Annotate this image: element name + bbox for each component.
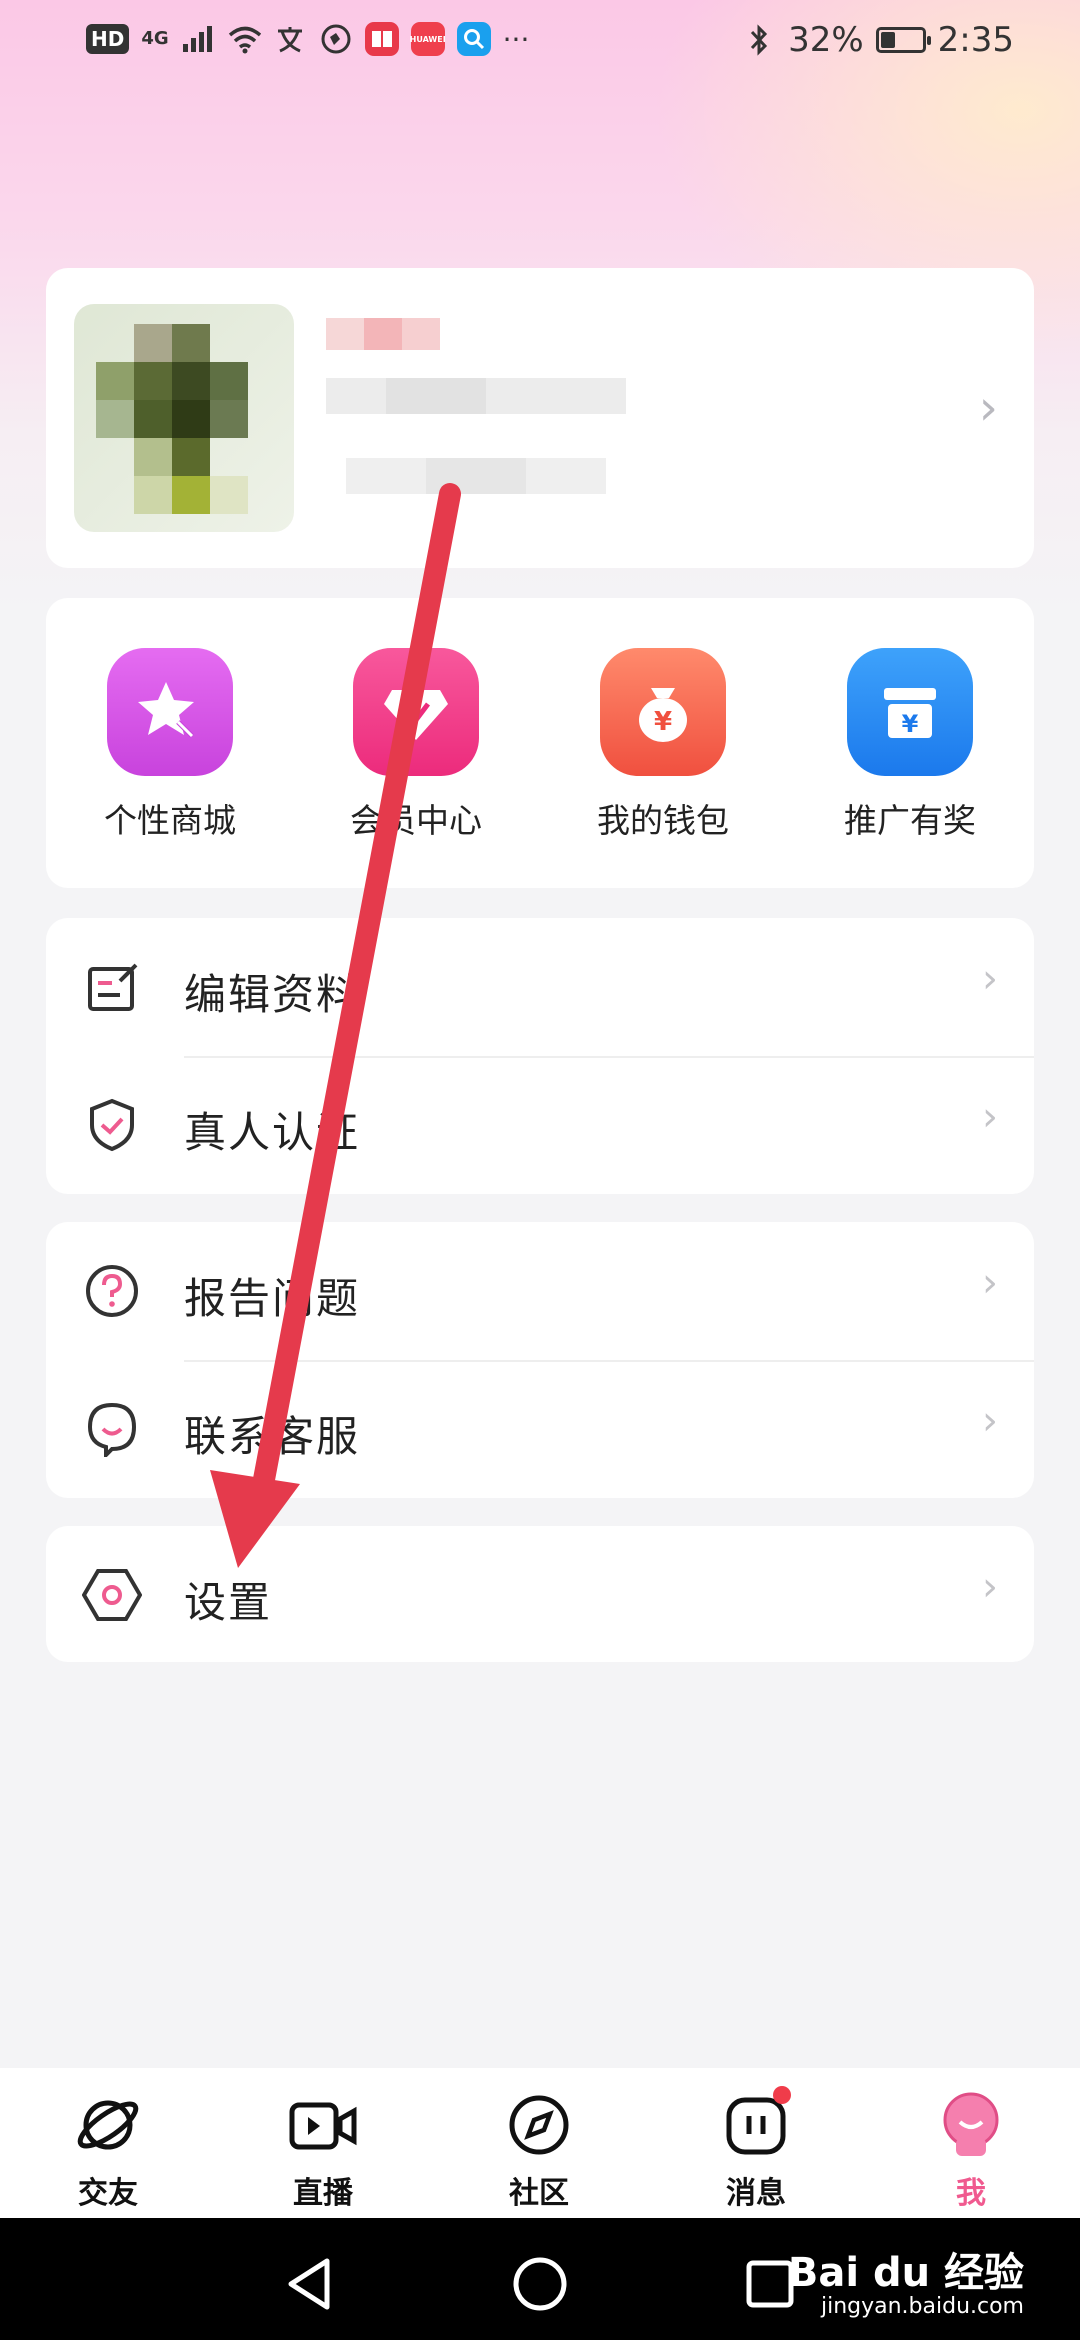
settings-icon — [82, 1565, 142, 1625]
customer-service-icon — [82, 1399, 142, 1459]
nav-tab-live[interactable]: 直播 — [253, 2090, 393, 2212]
menu-item-contact-support[interactable]: 联系客服 › — [46, 1360, 1034, 1498]
menu-item-edit-profile[interactable]: 编辑资料 › — [46, 918, 1034, 1056]
planet-icon — [73, 2090, 143, 2160]
profile-chevron-icon: › — [978, 380, 998, 436]
battery-percentage: 32% — [788, 20, 864, 60]
home-icon[interactable] — [510, 2254, 570, 2314]
star-wand-icon — [107, 648, 233, 776]
bluetooth-icon — [742, 23, 776, 57]
watermark-url: jingyan.baidu.com — [820, 2294, 1024, 2319]
chevron-right-icon: › — [982, 1260, 998, 1306]
shortcut-label: 会员中心 — [350, 801, 482, 840]
nav-label: 社区 — [509, 2176, 569, 2211]
menu-item-label: 真人认证 — [184, 1108, 361, 1157]
compass-icon — [504, 2090, 574, 2160]
system-navigation-bar: Bai du 经验 jingyan.baidu.com — [0, 2218, 1080, 2340]
hd-badge: HD — [86, 24, 130, 54]
diamond-icon — [353, 648, 479, 776]
svg-text:¥: ¥ — [654, 707, 672, 737]
nav-tab-make-friends[interactable]: 交友 — [38, 2090, 178, 2212]
menu-group-support: 报告问题 › 联系客服 › — [46, 1222, 1034, 1498]
battery-fill — [880, 32, 895, 48]
menu-item-settings[interactable]: 设置 › — [46, 1526, 1034, 1662]
profile-name-blurred — [326, 318, 626, 518]
search-app-icon — [456, 22, 491, 56]
book-app-icon — [364, 22, 399, 56]
question-icon — [82, 1261, 142, 1321]
nav-label: 直播 — [293, 2176, 353, 2211]
chevron-right-icon: › — [982, 1398, 998, 1444]
shortcut-label: 个性商城 — [104, 801, 236, 840]
chevron-right-icon: › — [982, 1564, 998, 1610]
chevron-right-icon: › — [982, 956, 998, 1002]
me-avatar-icon — [936, 2090, 1006, 2160]
menu-item-label: 联系客服 — [184, 1412, 361, 1461]
signal-icon — [181, 22, 215, 56]
money-bag-icon: ¥ — [600, 648, 726, 776]
shield-check-icon — [82, 1095, 142, 1155]
shortcut-label: 推广有奖 — [844, 801, 976, 840]
message-icon — [721, 2086, 791, 2160]
network-indicator: 4G — [141, 28, 169, 49]
nav-label: 我 — [956, 2176, 986, 2211]
profile-card[interactable]: › — [46, 268, 1034, 568]
clock: 2:35 — [937, 20, 1014, 60]
back-icon[interactable] — [280, 2254, 340, 2314]
shortcut-label: 我的钱包 — [597, 801, 729, 840]
video-camera-icon — [288, 2090, 358, 2160]
huawei-app-icon: HUAWEI — [410, 22, 446, 56]
menu-item-label: 设置 — [184, 1578, 273, 1627]
shortcut-vip-center[interactable]: 会员中心 — [316, 648, 516, 842]
menu-item-label: 编辑资料 — [184, 970, 361, 1019]
status-bar: HD 4G HUAWEI ··· 32% 2:35 — [0, 0, 1080, 80]
wifi-icon — [227, 22, 261, 56]
nav-label: 交友 — [78, 2176, 138, 2211]
edit-profile-icon — [82, 957, 142, 1017]
nav-label: 消息 — [726, 2176, 786, 2211]
nav-tab-messages[interactable]: 消息 — [686, 2086, 826, 2212]
shortcut-personal-mall[interactable]: 个性商城 — [70, 648, 270, 842]
nav-tab-community[interactable]: 社区 — [469, 2090, 609, 2212]
baidu-jingyan-watermark: Bai du 经验 jingyan.baidu.com — [788, 2240, 1024, 2319]
battery-icon — [875, 27, 931, 53]
watermark-brand: Bai du 经验 — [787, 2250, 1024, 2296]
avatar — [74, 304, 294, 532]
translate-icon — [273, 22, 307, 56]
svg-text:¥: ¥ — [902, 710, 919, 738]
bottom-navigation: 交友 直播 社区 消息 我 — [0, 2068, 1080, 2218]
unread-badge — [773, 2086, 791, 2104]
more-notifications-icon: ··· — [502, 22, 530, 56]
nav-tab-me[interactable]: 我 — [901, 2090, 1041, 2212]
shortcut-referral-reward[interactable]: ¥ 推广有奖 — [810, 648, 1010, 842]
shortcut-my-wallet[interactable]: ¥ 我的钱包 — [563, 648, 763, 842]
menu-item-label: 报告问题 — [184, 1274, 361, 1323]
menu-item-real-name-verification[interactable]: 真人认证 › — [46, 1056, 1034, 1194]
menu-item-report-problem[interactable]: 报告问题 › — [46, 1222, 1034, 1360]
shortcuts-card: 个性商城 会员中心 ¥ 我的钱包 ¥ 推广有奖 — [46, 598, 1034, 888]
chevron-right-icon: › — [982, 1094, 998, 1140]
browser-icon — [319, 22, 353, 56]
gift-box-icon: ¥ — [847, 648, 973, 776]
menu-group-settings: 设置 › — [46, 1526, 1034, 1662]
menu-group-profile: 编辑资料 › 真人认证 › — [46, 918, 1034, 1194]
